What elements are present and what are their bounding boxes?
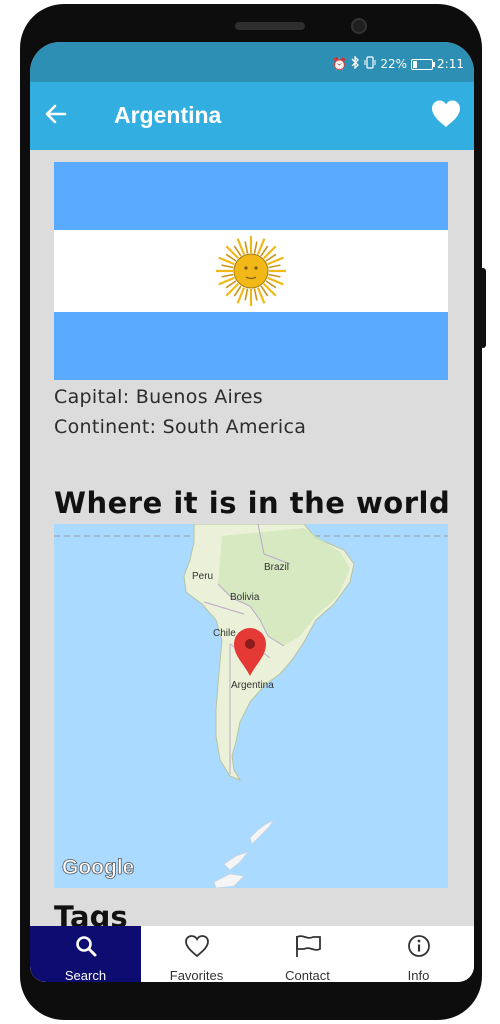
clock: 2:11 [437, 57, 464, 71]
heart-filled-icon [430, 99, 462, 132]
app-bar: Argentina [30, 82, 474, 150]
sun-of-may-icon [216, 236, 286, 306]
alarm-icon: ⏰ [332, 57, 348, 71]
arrow-left-icon [45, 104, 67, 128]
map-label-argentina: Argentina [231, 680, 274, 691]
flag-image [54, 162, 448, 380]
map-label-chile: Chile [213, 628, 236, 639]
battery-icon [411, 58, 436, 70]
capital-text: Capital: Buenos Aires [54, 386, 263, 408]
nav-favorites-label: Favorites [169, 968, 224, 982]
google-attribution: Google [62, 856, 134, 879]
info-icon [406, 934, 432, 962]
heart-outline-icon [184, 934, 210, 962]
map-section-heading: Where it is in the world [54, 486, 451, 520]
map-label-peru: Peru [192, 571, 213, 582]
location-map[interactable]: Brazil Peru Bolivia Chile Argentina Goog… [54, 524, 448, 888]
favorite-button[interactable] [428, 98, 464, 132]
nav-info[interactable]: Info [363, 926, 474, 982]
continent-text: Continent: South America [54, 416, 307, 438]
battery-percent: 22% [380, 57, 408, 71]
status-indicators: ⏰ 22% 2:11 [332, 55, 464, 72]
bottom-navigation: Search Favorites Contact Info [30, 926, 474, 982]
side-button [480, 268, 486, 348]
map-label-brazil: Brazil [264, 562, 289, 573]
country-detail-content: Capital: Buenos Aires Continent: South A… [30, 150, 474, 926]
back-button[interactable] [42, 102, 70, 130]
flag-icon [293, 934, 323, 962]
nav-contact-label: Contact [285, 968, 330, 982]
bluetooth-icon [351, 55, 360, 72]
status-bar: ⏰ 22% 2:11 [30, 42, 474, 82]
tags-section-heading: Tags [54, 900, 128, 926]
nav-search[interactable]: Search [30, 926, 141, 982]
nav-search-label: Search [64, 968, 107, 982]
speaker-grille [235, 22, 305, 30]
page-title: Argentina [114, 102, 222, 128]
search-icon [74, 934, 98, 962]
vibrate-icon [364, 56, 376, 72]
nav-contact[interactable]: Contact [252, 926, 363, 982]
nav-favorites[interactable]: Favorites [141, 926, 252, 982]
front-camera [351, 18, 367, 34]
app-screen: ⏰ 22% 2:11 Argentina Capital: Buenos Air… [30, 42, 474, 982]
map-label-bolivia: Bolivia [230, 592, 260, 603]
nav-info-label: Info [407, 968, 430, 982]
